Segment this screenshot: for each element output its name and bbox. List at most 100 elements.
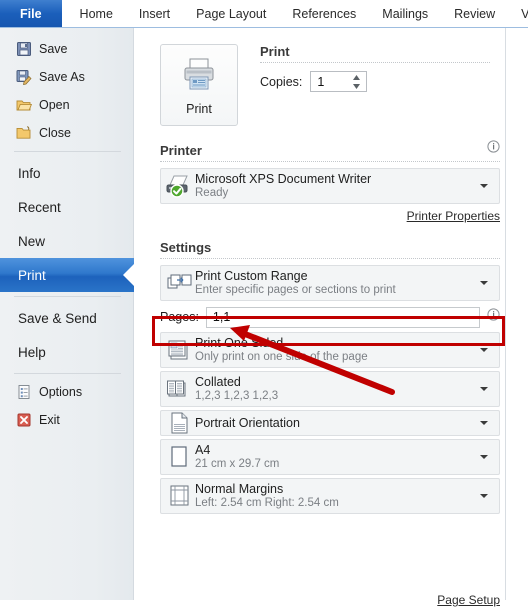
print-settings-panel: Print Print Copies: 1 Printer Microsoft … [134, 28, 506, 607]
settings-section-rule [160, 258, 500, 259]
print-button-label: Print [186, 101, 212, 116]
ribbon-tab-references[interactable]: References [279, 0, 369, 27]
orientation-title: Portrait Orientation [195, 415, 300, 430]
sidebar-item-print[interactable]: Print [0, 258, 135, 292]
sidebar-item-label: Recent [18, 199, 61, 215]
ribbon-tab-page-layout[interactable]: Page Layout [183, 0, 279, 27]
margins-select[interactable]: Normal Margins Left: 2.54 cm Right: 2.54 … [160, 478, 500, 514]
print-button[interactable]: Print [160, 44, 238, 126]
sidebar-item-recent[interactable]: Recent [0, 190, 133, 224]
print-range-title: Print Custom Range [195, 268, 308, 283]
printer-name: Microsoft XPS Document Writer [195, 171, 372, 186]
chevron-down-icon[interactable] [480, 184, 488, 188]
copies-label: Copies: [260, 74, 303, 89]
chevron-down-icon[interactable] [480, 494, 488, 498]
printer-section-title: Printer [160, 143, 202, 158]
custom-range-icon [165, 271, 195, 295]
margins-icon [165, 484, 195, 508]
printer-device-icon [165, 174, 195, 198]
copies-row: Copies: 1 [260, 71, 490, 92]
printer-section-rule [160, 161, 500, 162]
settings-section-title: Settings [160, 240, 212, 255]
sidebar-item-help[interactable]: Help [0, 335, 133, 369]
sidebar-item-save[interactable]: Save [0, 35, 133, 63]
info-icon[interactable] [487, 308, 500, 326]
sidebar-item-label: New [18, 233, 46, 249]
sidebar-item-open[interactable]: Open [0, 91, 133, 119]
info-icon[interactable] [487, 140, 500, 158]
sidebar-divider [14, 373, 121, 374]
print-command-block: Print [160, 44, 238, 126]
sidebar-item-label: Print [18, 267, 46, 283]
ribbon-tab-home[interactable]: Home [62, 0, 126, 27]
paper-size-select[interactable]: A4 21 cm x 29.7 cm [160, 439, 500, 475]
sidebar-item-new[interactable]: New [0, 224, 133, 258]
ribbon-tab-insert[interactable]: Insert [126, 0, 183, 27]
margins-title: Normal Margins [195, 481, 284, 496]
printer-section: Printer Microsoft XPS Document Writer Re… [160, 140, 500, 223]
save-as-icon [16, 69, 32, 85]
ribbon-tab-file[interactable]: File [0, 0, 62, 27]
sidebar-item-label: Save & Send [18, 310, 97, 326]
page-setup-link[interactable]: Page Setup [160, 593, 500, 607]
open-folder-icon [16, 97, 33, 113]
sidebar-divider [14, 296, 121, 297]
chevron-down-icon[interactable] [480, 281, 488, 285]
orientation-select[interactable]: Portrait Orientation [160, 410, 500, 436]
backstage-sidebar: Save Save As Open Close Info Recent New Print Sa… [0, 28, 135, 600]
sidebar-item-label: Save As [39, 70, 85, 84]
pages-label: Pages: [160, 310, 199, 324]
collated-icon [165, 377, 195, 401]
sidebar-item-label: Info [18, 165, 41, 181]
ribbon-tab-mailings[interactable]: Mailings [369, 0, 441, 27]
pages-input[interactable]: 1,1 [205, 306, 480, 328]
collation-title: Collated [195, 374, 241, 389]
collation-select[interactable]: Collated 1,2,3 1,2,3 1,2,3 [160, 371, 500, 407]
print-sides-select[interactable]: Print One Sided Only print on one side of… [160, 332, 500, 368]
chevron-down-icon[interactable] [480, 348, 488, 352]
collation-subtitle: 1,2,3 1,2,3 1,2,3 [195, 389, 279, 402]
stepper-arrows-icon[interactable] [352, 74, 361, 95]
sidebar-item-exit[interactable]: Exit [0, 406, 133, 434]
paper-icon [165, 445, 195, 469]
word-print-backstage: File Home Insert Page Layout References Maili… [0, 0, 528, 607]
chevron-down-icon[interactable] [480, 455, 488, 459]
chevron-down-icon[interactable] [480, 421, 488, 425]
printer-select[interactable]: Microsoft XPS Document Writer Ready [160, 168, 500, 204]
copies-stepper[interactable]: 1 [310, 71, 368, 95]
options-icon [16, 384, 32, 400]
sidebar-item-label: Help [18, 344, 46, 360]
sidebar-item-label: Open [39, 98, 70, 112]
sidebar-item-save-as[interactable]: Save As [0, 63, 133, 91]
sidebar-item-options[interactable]: Options [0, 378, 133, 406]
print-sides-title: Print One Sided [195, 335, 284, 350]
printer-icon [179, 55, 219, 98]
ribbon-tab-view[interactable]: View [508, 0, 528, 27]
ribbon-tab-bar: File Home Insert Page Layout References Maili… [0, 0, 528, 28]
paper-size-title: A4 [195, 442, 211, 457]
print-sides-subtitle: Only print on one side of the page [195, 350, 368, 363]
sidebar-item-label: Close [39, 126, 71, 140]
chevron-down-icon[interactable] [480, 387, 488, 391]
printer-status: Ready [195, 186, 229, 199]
exit-icon [16, 412, 32, 428]
pages-value: 1,1 [212, 310, 231, 324]
close-folder-icon [16, 125, 32, 141]
printer-properties-link[interactable]: Printer Properties [160, 209, 500, 223]
one-sided-icon [165, 338, 195, 362]
pages-row: Pages: 1,1 [160, 306, 500, 328]
print-range-subtitle: Enter specific pages or sections to prin… [195, 283, 396, 296]
page-setup-wrap: Page Setup [160, 588, 500, 607]
sidebar-item-close[interactable]: Close [0, 119, 133, 147]
ribbon-tab-review[interactable]: Review [441, 0, 508, 27]
print-range-select[interactable]: Print Custom Range Enter specific pages o… [160, 265, 500, 301]
print-preview-pane [506, 28, 528, 600]
print-section-rule [260, 62, 490, 63]
settings-section: Settings Print Custom Range Enter specifi… [160, 240, 500, 517]
sidebar-item-save-send[interactable]: Save & Send [0, 301, 133, 335]
sidebar-item-label: Options [39, 385, 83, 399]
sidebar-item-info[interactable]: Info [0, 156, 133, 190]
sidebar-item-label: Exit [39, 413, 60, 427]
print-section: Print Copies: 1 [260, 44, 490, 92]
sidebar-divider [14, 151, 121, 152]
